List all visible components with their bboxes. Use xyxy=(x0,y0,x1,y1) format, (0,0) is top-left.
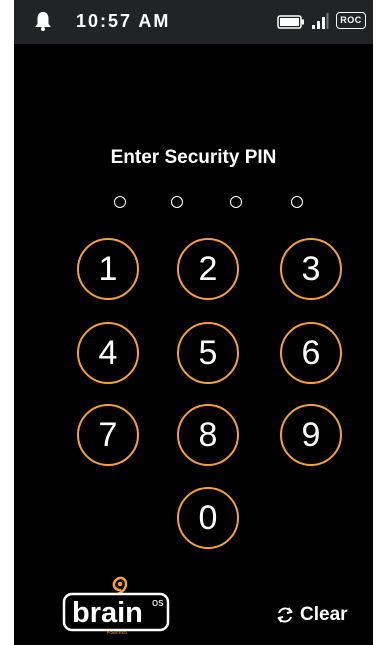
bell-icon xyxy=(35,12,51,31)
key-7[interactable]: 7 xyxy=(77,404,139,466)
key-1[interactable]: 1 xyxy=(77,238,139,300)
pin-dot-4 xyxy=(291,196,303,208)
key-8[interactable]: 8 xyxy=(177,404,239,466)
pin-dot-1 xyxy=(114,196,126,208)
battery-icon xyxy=(277,15,304,29)
pin-dot-3 xyxy=(230,196,242,208)
page-title: Enter Security PIN xyxy=(110,147,277,168)
key-9[interactable]: 9 xyxy=(280,404,342,466)
logo-text: brain xyxy=(72,597,143,629)
key-3[interactable]: 3 xyxy=(280,238,342,300)
key-6[interactable]: 6 xyxy=(280,322,342,384)
clear-label: Clear xyxy=(300,604,348,625)
signal-icon xyxy=(312,13,329,29)
status-bar: 10:57 AM ROC xyxy=(14,0,373,44)
key-0[interactable]: 0 xyxy=(177,487,239,549)
status-time: 10:57 AM xyxy=(76,11,171,31)
key-2[interactable]: 2 xyxy=(177,238,239,300)
roc-badge: ROC xyxy=(336,12,366,29)
pin-dot-2 xyxy=(171,196,183,208)
key-4[interactable]: 4 xyxy=(77,322,139,384)
clear-button[interactable]: Clear xyxy=(276,604,348,626)
key-5[interactable]: 5 xyxy=(177,322,239,384)
logo-tagline: POWERED xyxy=(107,630,128,635)
logo-superscript: os xyxy=(152,597,164,609)
refresh-icon xyxy=(277,607,293,623)
brain-os-logo: brain os POWERED xyxy=(62,576,170,635)
device-screen: 10:57 AM ROC Enter Security PIN 1 2 3 4 … xyxy=(14,0,373,645)
